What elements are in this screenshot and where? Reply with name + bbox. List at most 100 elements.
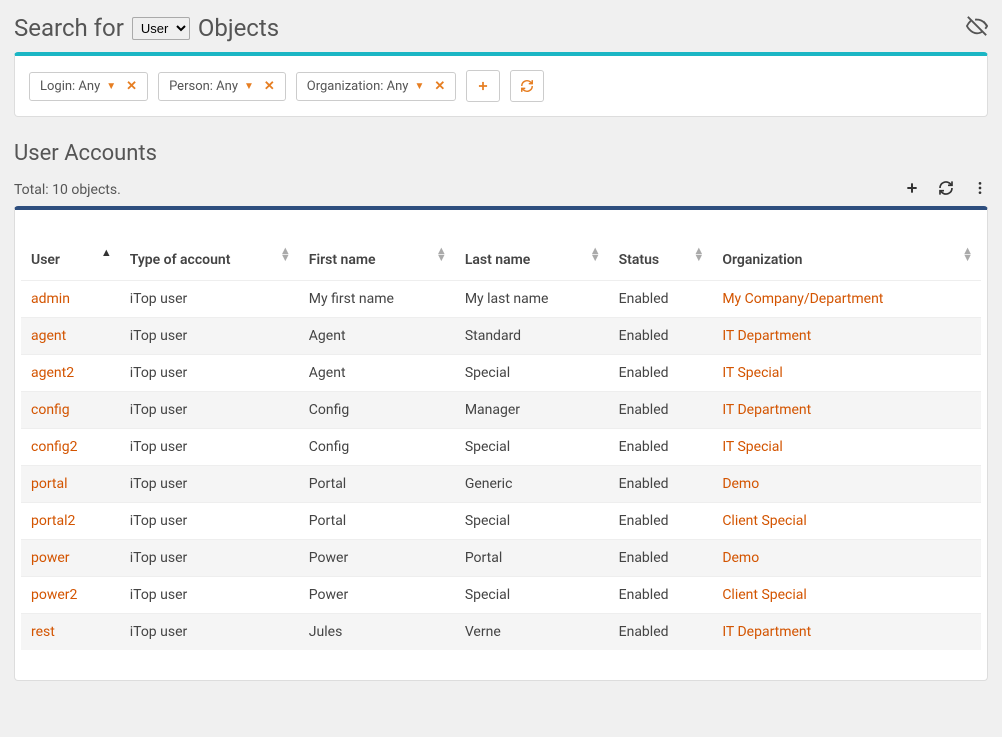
user-link[interactable]: rest	[31, 624, 55, 640]
user-link[interactable]: power	[31, 550, 70, 566]
cell-type: iTop user	[120, 466, 299, 503]
cell-status: Enabled	[609, 355, 713, 392]
filter-box: Login: Any▼✕Person: Any▼✕Organization: A…	[14, 52, 988, 117]
table-row: power2iTop userPowerSpecialEnabledClient…	[21, 577, 981, 614]
toolbar-actions	[904, 180, 988, 200]
user-link[interactable]: power2	[31, 587, 77, 603]
cell-first: Config	[299, 392, 455, 429]
cell-type: iTop user	[120, 614, 299, 651]
refresh-filters-button[interactable]	[510, 70, 544, 102]
remove-filter-icon[interactable]: ✕	[126, 79, 137, 94]
cell-last: My last name	[455, 281, 609, 318]
column-header[interactable]: User▲	[21, 224, 120, 281]
column-header[interactable]: Status▲▼	[609, 224, 713, 281]
org-link[interactable]: Demo	[722, 476, 759, 492]
user-link[interactable]: agent	[31, 328, 66, 344]
cell-type: iTop user	[120, 503, 299, 540]
caret-down-icon: ▼	[106, 81, 116, 92]
table-row: agentiTop userAgentStandardEnabledIT Dep…	[21, 318, 981, 355]
caret-down-icon: ▼	[244, 81, 254, 92]
cell-first: Config	[299, 429, 455, 466]
sort-icon: ▲▼	[590, 248, 601, 261]
refresh-icon	[520, 79, 534, 93]
sort-icon: ▲▼	[693, 248, 704, 261]
filter-chip[interactable]: Login: Any ▼ ✕	[29, 72, 148, 101]
cell-last: Special	[455, 429, 609, 466]
column-header[interactable]: Last name▲▼	[455, 224, 609, 281]
user-link[interactable]: portal	[31, 476, 68, 492]
cell-type: iTop user	[120, 318, 299, 355]
visibility-toggle-icon[interactable]	[966, 15, 988, 41]
cell-first: Portal	[299, 503, 455, 540]
cell-last: Verne	[455, 614, 609, 651]
table-row: poweriTop userPowerPortalEnabledDemo	[21, 540, 981, 577]
remove-filter-icon[interactable]: ✕	[264, 79, 275, 94]
total-count: Total: 10 objects.	[14, 182, 121, 198]
org-link[interactable]: Client Special	[722, 587, 806, 603]
section-title: User Accounts	[14, 141, 988, 166]
column-header[interactable]: First name▲▼	[299, 224, 455, 281]
user-link[interactable]: admin	[31, 291, 70, 307]
cell-status: Enabled	[609, 540, 713, 577]
user-link[interactable]: config2	[31, 439, 78, 455]
org-link[interactable]: IT Special	[722, 439, 783, 455]
cell-first: Power	[299, 540, 455, 577]
org-link[interactable]: IT Department	[722, 402, 811, 418]
cell-status: Enabled	[609, 503, 713, 540]
more-actions-button[interactable]	[972, 180, 988, 200]
cell-type: iTop user	[120, 429, 299, 466]
column-header[interactable]: Type of account▲▼	[120, 224, 299, 281]
cell-first: Jules	[299, 614, 455, 651]
cell-first: Agent	[299, 318, 455, 355]
cell-last: Special	[455, 577, 609, 614]
cell-status: Enabled	[609, 392, 713, 429]
org-link[interactable]: IT Department	[722, 328, 811, 344]
table-header-row: User▲Type of account▲▼First name▲▼Last n…	[21, 224, 981, 281]
cell-type: iTop user	[120, 355, 299, 392]
more-vertical-icon	[972, 180, 988, 196]
sort-icon: ▲▼	[962, 248, 973, 261]
org-link[interactable]: My Company/Department	[722, 291, 883, 307]
filter-chip[interactable]: Person: Any ▼ ✕	[158, 72, 286, 101]
table-row: restiTop userJulesVerneEnabledIT Departm…	[21, 614, 981, 651]
org-link[interactable]: IT Special	[722, 365, 783, 381]
accounts-table: User▲Type of account▲▼First name▲▼Last n…	[21, 224, 981, 650]
search-prefix: Search for	[14, 14, 124, 42]
cell-type: iTop user	[120, 540, 299, 577]
table-row: agent2 iTop userAgentSpecialEnabled IT Spe…	[21, 355, 981, 392]
filter-label: Login: Any	[40, 79, 100, 94]
user-link[interactable]: portal2	[31, 513, 75, 529]
add-filter-button[interactable]	[466, 70, 500, 102]
cell-type: iTop user	[120, 577, 299, 614]
list-toolbar: Total: 10 objects.	[14, 180, 988, 200]
search-header: Search for User Objects	[14, 14, 988, 42]
plus-icon	[476, 79, 490, 93]
filter-label: Person: Any	[169, 79, 238, 94]
column-header[interactable]: Organization▲▼	[712, 224, 981, 281]
refresh-icon	[938, 180, 954, 196]
filter-label: Organization: Any	[307, 79, 409, 94]
cell-first: Power	[299, 577, 455, 614]
search-suffix: Objects	[198, 14, 279, 42]
table-container: User▲Type of account▲▼First name▲▼Last n…	[14, 206, 988, 681]
remove-filter-icon[interactable]: ✕	[434, 79, 445, 94]
org-link[interactable]: IT Department	[722, 624, 811, 640]
user-link[interactable]: config	[31, 402, 70, 418]
org-link[interactable]: Demo	[722, 550, 759, 566]
sort-icon: ▲▼	[280, 248, 291, 261]
cell-first: Agent	[299, 355, 455, 392]
org-link[interactable]: Client Special	[722, 513, 806, 529]
create-button[interactable]	[904, 180, 920, 200]
sort-icon: ▲	[101, 250, 112, 257]
table-row: portaliTop userPortalGenericEnabledDemo	[21, 466, 981, 503]
caret-down-icon: ▼	[414, 81, 424, 92]
filter-chip[interactable]: Organization: Any ▼ ✕	[296, 72, 456, 101]
cell-last: Generic	[455, 466, 609, 503]
cell-status: Enabled	[609, 466, 713, 503]
refresh-list-button[interactable]	[938, 180, 954, 200]
cell-last: Special	[455, 355, 609, 392]
user-link[interactable]: agent2	[31, 365, 74, 381]
cell-status: Enabled	[609, 318, 713, 355]
cell-type: iTop user	[120, 392, 299, 429]
search-type-select[interactable]: User	[132, 17, 190, 40]
